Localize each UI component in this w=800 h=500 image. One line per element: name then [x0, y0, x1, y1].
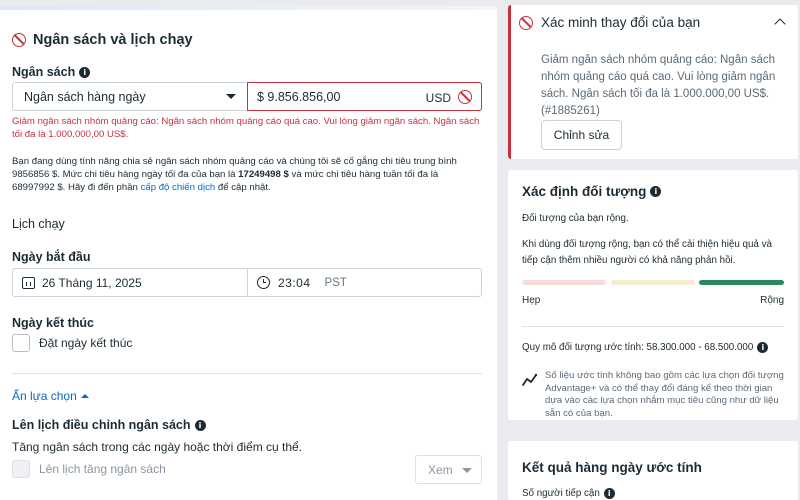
- audience-status: Đối tượng của bạn rộng.: [522, 213, 629, 224]
- view-select-value: Xem: [428, 462, 453, 477]
- budget-label-row: Ngân sách i: [12, 65, 91, 79]
- info-icon[interactable]: i: [194, 419, 206, 431]
- error-icon: [519, 15, 533, 30]
- budget-section-header: Ngân sách và lịch chạy: [12, 32, 193, 48]
- timezone-label: PST: [324, 276, 347, 289]
- end-date-checkbox[interactable]: [12, 334, 30, 352]
- increase-budget-checkbox[interactable]: [12, 460, 30, 478]
- start-date-value: 26 Tháng 11, 2025: [42, 275, 142, 290]
- daily-results-card: Kết quả hàng ngày ước tính Số người tiếp…: [508, 441, 798, 500]
- start-time-value: 23:04: [278, 275, 311, 290]
- error-icon: [12, 33, 26, 47]
- caret-down-icon: [462, 468, 472, 473]
- budget-type-select[interactable]: Ngân sách hàng ngày: [12, 82, 246, 111]
- budget-error-message: Giảm ngân sách nhóm quảng cáo: Ngân sách…: [12, 116, 480, 140]
- budget-section-title: Ngân sách và lịch chạy: [33, 32, 193, 48]
- error-icon: [458, 90, 472, 104]
- audience-card: Xác định đối tượng i Đối tượng của bạn r…: [508, 170, 798, 420]
- hide-options-label: Ẩn lựa chọn: [12, 389, 77, 403]
- currency-label: USD: [425, 91, 451, 105]
- verify-changes-card: Xác minh thay đổi của bạn Giảm ngân sách…: [508, 5, 798, 159]
- note-daily-max: 17249498 $: [238, 169, 289, 180]
- budget-amount-value: $ 9.856.856,00: [257, 89, 341, 104]
- view-select[interactable]: Xem: [415, 455, 482, 484]
- edit-button[interactable]: Chỉnh sửa: [541, 120, 622, 150]
- budget-amount-input[interactable]: $ 9.856.856,00 USD: [247, 82, 482, 111]
- daily-results-title: Kết quả hàng ngày ước tính: [522, 460, 702, 475]
- audience-tip: Khi dùng đối tượng rộng, bạn có thể cải …: [522, 239, 772, 266]
- audience-size-row: Quy mô đối tượng ước tính: 58.300.000 - …: [522, 342, 769, 353]
- verify-title: Xác minh thay đổi của bạn: [541, 15, 701, 30]
- clock-icon: [257, 276, 270, 289]
- end-date-checkbox-row[interactable]: Đặt ngày kết thúc: [12, 334, 132, 352]
- calendar-icon: [22, 276, 35, 289]
- audience-size-label: Quy mô đối tượng ước tính: 58.300.000 - …: [522, 342, 754, 353]
- hide-options-link[interactable]: Ẩn lựa chọn: [12, 389, 89, 403]
- chevron-up-icon[interactable]: [774, 18, 786, 30]
- info-icon[interactable]: i: [603, 488, 615, 500]
- trend-icon: [522, 373, 538, 386]
- budget-schedule-label: Lên lịch điều chỉnh ngân sách: [12, 418, 191, 432]
- verify-message: Giảm ngân sách nhóm quảng cáo: Ngân sách…: [541, 54, 776, 117]
- info-icon[interactable]: i: [79, 66, 91, 78]
- increase-budget-checkbox-row[interactable]: Lên lịch tăng ngân sách: [12, 460, 166, 478]
- section-divider: [12, 373, 482, 374]
- note-text-part: để cập nhật.: [215, 182, 271, 193]
- end-date-checkbox-label: Đặt ngày kết thúc: [39, 336, 133, 350]
- budget-label: Ngân sách: [12, 65, 76, 79]
- verify-header[interactable]: Xác minh thay đổi của bạn: [519, 15, 700, 30]
- meter-segment-mid: [611, 280, 695, 285]
- budget-schedule-desc: Tăng ngân sách trong các ngày hoặc thời …: [12, 440, 303, 454]
- audience-title: Xác định đối tượng: [522, 184, 647, 199]
- budget-sharing-note: Bạn đang dùng tính năng chia sẻ ngân sác…: [12, 155, 482, 194]
- audience-divider: [522, 326, 784, 327]
- panel-top-bar: [0, 6, 497, 10]
- meter-segment-broad: [699, 280, 784, 285]
- budget-schedule-label-row: Lên lịch điều chỉnh ngân sách i: [12, 418, 206, 432]
- campaign-level-link[interactable]: cấp độ chiến dịch: [141, 182, 216, 193]
- start-time-input[interactable]: 23:04 PST: [247, 268, 482, 297]
- meter-segment-narrow: [522, 280, 606, 285]
- increase-budget-label: Lên lịch tăng ngân sách: [39, 462, 166, 476]
- info-icon[interactable]: i: [650, 186, 662, 197]
- schedule-title: Lịch chạy: [12, 217, 65, 231]
- reach-label: Số người tiếp cận: [522, 488, 600, 499]
- audience-title-row: Xác định đối tượng i: [522, 184, 662, 199]
- start-date-label: Ngày bắt đầu: [12, 250, 91, 264]
- caret-down-icon: [226, 94, 236, 99]
- caret-up-icon: [80, 394, 89, 398]
- reach-label-row: Số người tiếp cận i: [522, 486, 615, 500]
- start-date-input[interactable]: 26 Tháng 11, 2025: [12, 268, 248, 297]
- estimate-note: Số liệu ước tính không bao gồm các lựa c…: [545, 370, 784, 419]
- budget-type-value: Ngân sách hàng ngày: [24, 89, 146, 104]
- meter-broad-label: Rộng: [760, 295, 784, 306]
- end-date-label: Ngày kết thúc: [12, 316, 94, 330]
- info-icon[interactable]: i: [757, 342, 769, 353]
- meter-narrow-label: Hẹp: [522, 295, 541, 306]
